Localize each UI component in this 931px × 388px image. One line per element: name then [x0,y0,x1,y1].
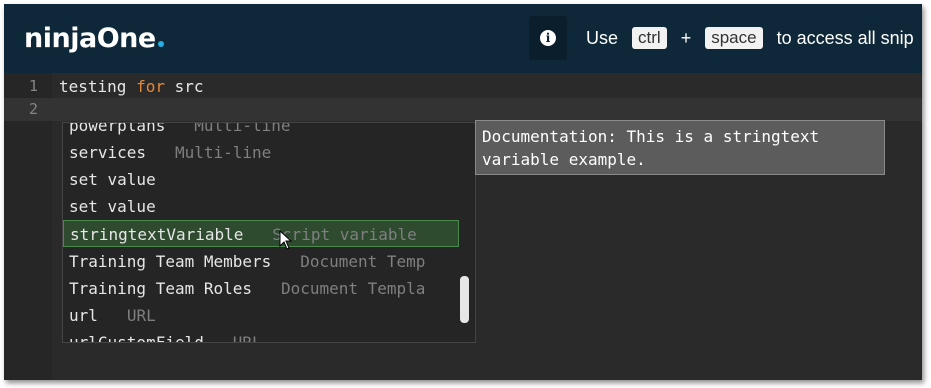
suggestion-item[interactable]: Training Team Members Document Temp [63,248,459,275]
suggestion-label: set value [69,170,156,189]
suggestion-widget[interactable]: powerplans Multi-line services Multi-lin… [62,122,476,343]
suggestion-label: services [69,143,147,162]
info-icon: i [540,30,556,46]
kbd-ctrl: ctrl [632,27,667,49]
hint-rest: to access all snip [776,27,914,48]
suggestion-item[interactable]: urlCustomField URL [63,329,459,343]
code-keyword: for [136,77,165,96]
suggestion-row-text: powerplans Multi-line [69,122,291,139]
suggestion-label: powerplans [69,122,166,135]
suggestion-item[interactable]: Training Team Roles Document Templa [63,275,459,302]
suggestion-row-text: urlCustomField URL [69,329,262,343]
suggestion-item[interactable]: powerplans Multi-line [63,122,459,139]
code-text: testing [59,77,137,96]
suggestion-row-text: set value [69,166,156,193]
suggestion-detail: URL [126,306,156,325]
info-button[interactable]: i [529,16,567,60]
hint-use: Use [586,27,619,48]
suggestion-item[interactable]: set value [63,193,459,220]
editor-line[interactable]: 1 testing for src [4,75,922,98]
suggestion-item[interactable]: set value [63,166,459,193]
line-number: 2 [28,100,38,118]
hint-plus: + [680,27,692,48]
suggestion-label: urlCustomField [69,333,204,343]
logo-text-one: One [96,23,157,54]
code-rest: src [164,77,204,96]
app-window: ninjaOne i Use ctrl + space to access al… [4,4,922,380]
suggestion-row-text: url URL [69,302,156,329]
header-bar: ninjaOne i Use ctrl + space to access al… [4,4,922,73]
suggestion-row-text: services Multi-line [69,139,271,166]
logo-text-ninja: ninja [24,23,97,54]
suggestion-item-selected[interactable]: stringtextVariable Script variable [63,220,459,247]
suggestion-detail: Document Temp [300,252,426,271]
suggestion-label: stringtextVariable [70,225,244,244]
shortcut-hint: Use ctrl + space to access all snip [586,26,914,50]
suggestion-item[interactable]: url URL [63,302,459,329]
documentation-tooltip: Documentation: This is a stringtext vari… [475,120,885,175]
suggestion-label: Training Team Roles [69,279,253,298]
ninjaone-logo: ninjaOne [24,23,164,54]
editor-line-active[interactable]: 2 [4,98,922,121]
suggestion-detail: Document Templa [280,279,426,298]
suggestion-detail: Multi-line [194,122,291,135]
suggestion-item[interactable]: services Multi-line [63,139,459,166]
suggestion-detail: Script variable [272,225,417,244]
suggestion-row-text: Training Team Members Document Temp [69,248,425,275]
suggestion-detail: URL [232,333,262,343]
kbd-space: space [705,27,763,49]
mouse-pointer-icon [279,230,293,250]
suggestion-row-text: stringtextVariable Script variable [70,221,417,246]
suggestion-label: Training Team Members [69,252,272,271]
line-number: 1 [28,77,38,95]
line-code: testing for src [59,75,204,98]
suggestion-detail: Multi-line [174,143,272,162]
logo-dot [157,41,164,47]
suggestion-label: set value [69,197,156,216]
suggestion-row-text: set value [69,193,156,220]
suggestion-scrollbar-thumb[interactable] [460,276,469,323]
suggestion-row-text: Training Team Roles Document Templa [69,275,425,302]
suggestion-label: url [69,306,98,325]
